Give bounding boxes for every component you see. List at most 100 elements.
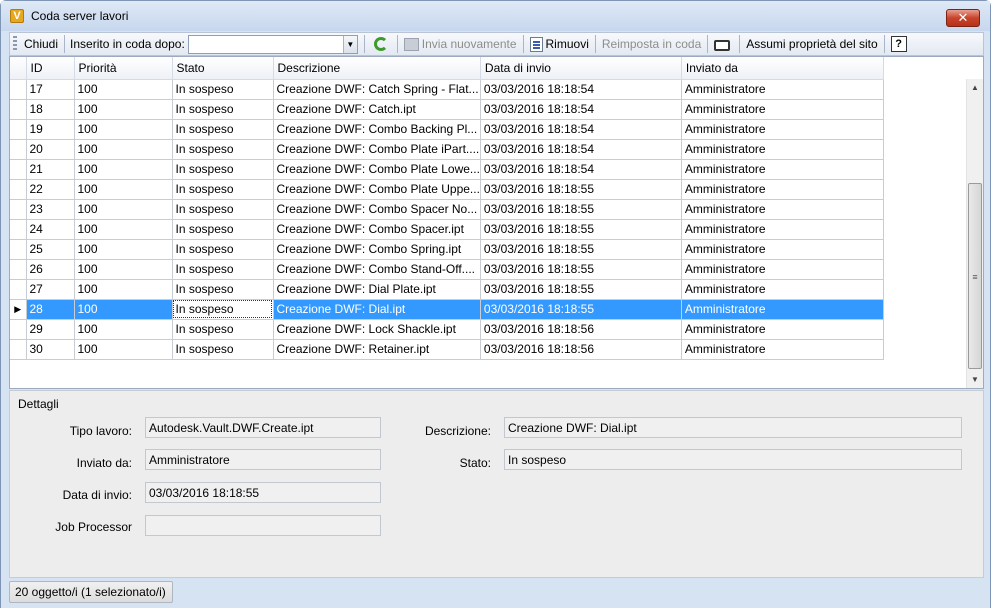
site-ownership-button[interactable]: Assumi proprietà del sito (742, 34, 881, 54)
cell-status[interactable]: In sospeso (172, 179, 274, 200)
cell-priority[interactable]: 100 (74, 299, 173, 320)
table-row[interactable]: 19 100 In sospeso Creazione DWF: Combo Back… (10, 119, 884, 140)
cell-description[interactable]: Creazione DWF: Combo Plate iPart.... (273, 139, 481, 160)
table-row[interactable]: 18 100 In sospeso Creazione DWF: Catch.ipt 0… (10, 99, 884, 120)
table-row[interactable]: 22 100 In sospeso Creazione DWF: Combo Plat… (10, 179, 884, 200)
cell-id[interactable]: 18 (26, 99, 75, 120)
row-header[interactable] (10, 99, 27, 120)
cell-priority[interactable]: 100 (74, 79, 173, 100)
row-header[interactable] (10, 119, 27, 140)
row-header[interactable] (10, 139, 27, 160)
column-header-date[interactable]: Data di invio (480, 57, 682, 80)
cell-sent-by[interactable]: Amministratore (681, 259, 884, 280)
cell-sent-by[interactable]: Amministratore (681, 279, 884, 300)
cell-date[interactable]: 03/03/2016 18:18:55 (480, 179, 682, 200)
title-bar[interactable]: V Coda server lavori ✕ (1, 1, 990, 31)
cell-date[interactable]: 03/03/2016 18:18:55 (480, 219, 682, 240)
cell-priority[interactable]: 100 (74, 199, 173, 220)
cell-date[interactable]: 03/03/2016 18:18:55 (480, 279, 682, 300)
queued-after-dropdown[interactable]: ▼ (187, 34, 358, 54)
requeue-button[interactable]: Reimposta in coda (598, 34, 705, 54)
table-row[interactable]: 27 100 In sospeso Creazione DWF: Dial Plate… (10, 279, 884, 300)
cell-id[interactable]: 17 (26, 79, 75, 100)
row-header[interactable] (10, 199, 27, 220)
cell-id[interactable]: 20 (26, 139, 75, 160)
table-row[interactable]: 29 100 In sospeso Creazione DWF: Lock Shack… (10, 319, 884, 340)
help-button[interactable]: ? (887, 34, 914, 54)
close-window-button[interactable]: ✕ (946, 9, 980, 27)
column-header-id[interactable]: ID (26, 57, 75, 80)
cell-id[interactable]: 21 (26, 159, 75, 180)
column-header-status[interactable]: Stato (172, 57, 274, 80)
remove-button[interactable]: Rimuovi (526, 34, 593, 54)
cell-status[interactable]: In sospeso (172, 199, 274, 220)
column-header-sent-by[interactable]: Inviato da (681, 57, 884, 80)
row-header[interactable] (10, 279, 27, 300)
cell-priority[interactable]: 100 (74, 319, 173, 340)
cell-status[interactable]: In sospeso (172, 159, 274, 180)
cell-date[interactable]: 03/03/2016 18:18:54 (480, 159, 682, 180)
cell-status[interactable]: In sospeso (172, 299, 274, 320)
cell-description[interactable]: Creazione DWF: Catch.ipt (273, 99, 481, 120)
cell-description[interactable]: Creazione DWF: Catch Spring - Flat... (273, 79, 481, 100)
table-row[interactable]: 17 100 In sospeso Creazione DWF: Catch Spri… (10, 79, 884, 100)
row-header[interactable] (10, 239, 27, 260)
row-header[interactable] (10, 219, 27, 240)
refresh-button[interactable] (367, 34, 395, 54)
table-row[interactable]: 25 100 In sospeso Creazione DWF: Combo Spri… (10, 239, 884, 260)
row-header[interactable] (10, 259, 27, 280)
cell-date[interactable]: 03/03/2016 18:18:54 (480, 99, 682, 120)
vertical-scrollbar[interactable]: ▲ ≡ ▼ (966, 79, 983, 388)
cell-priority[interactable]: 100 (74, 159, 173, 180)
cell-description[interactable]: Creazione DWF: Combo Backing Pl... (273, 119, 481, 140)
table-row[interactable]: 26 100 In sospeso Creazione DWF: Combo Stan… (10, 259, 884, 280)
cell-priority[interactable]: 100 (74, 259, 173, 280)
column-header-priority[interactable]: Priorità (74, 57, 173, 80)
cell-description[interactable]: Creazione DWF: Dial.ipt (273, 299, 481, 320)
cell-date[interactable]: 03/03/2016 18:18:55 (480, 259, 682, 280)
cell-date[interactable]: 03/03/2016 18:18:56 (480, 319, 682, 340)
table-row[interactable]: 30 100 In sospeso Creazione DWF: Retainer.i… (10, 339, 884, 360)
cell-id[interactable]: 24 (26, 219, 75, 240)
cell-id[interactable]: 23 (26, 199, 75, 220)
cell-sent-by[interactable]: Amministratore (681, 339, 884, 360)
cell-id[interactable]: 25 (26, 239, 75, 260)
cell-status[interactable]: In sospeso (172, 239, 274, 260)
cell-sent-by[interactable]: Amministratore (681, 219, 884, 240)
cell-status[interactable]: In sospeso (172, 119, 274, 140)
cell-priority[interactable]: 100 (74, 139, 173, 160)
cell-description[interactable]: Creazione DWF: Combo Spacer.ipt (273, 219, 481, 240)
row-header[interactable] (10, 159, 27, 180)
row-header[interactable] (10, 339, 27, 360)
cell-date[interactable]: 03/03/2016 18:18:56 (480, 339, 682, 360)
cell-sent-by[interactable]: Amministratore (681, 99, 884, 120)
row-header[interactable] (10, 179, 27, 200)
cell-status[interactable]: In sospeso (172, 139, 274, 160)
close-button[interactable]: Chiudi (20, 34, 62, 54)
cell-priority[interactable]: 100 (74, 119, 173, 140)
print-button[interactable] (710, 34, 737, 54)
cell-status[interactable]: In sospeso (172, 79, 274, 100)
cell-priority[interactable]: 100 (74, 279, 173, 300)
cell-sent-by[interactable]: Amministratore (681, 79, 884, 100)
scroll-up-icon[interactable]: ▲ (967, 79, 983, 96)
cell-priority[interactable]: 100 (74, 179, 173, 200)
table-row[interactable]: ▶ 28 100 In sospeso Creazione DWF: Dial.ipt 0… (10, 299, 884, 320)
cell-priority[interactable]: 100 (74, 219, 173, 240)
cell-date[interactable]: 03/03/2016 18:18:54 (480, 139, 682, 160)
cell-status[interactable]: In sospeso (172, 259, 274, 280)
cell-description[interactable]: Creazione DWF: Combo Stand-Off.... (273, 259, 481, 280)
cell-description[interactable]: Creazione DWF: Combo Spacer No... (273, 199, 481, 220)
cell-status[interactable]: In sospeso (172, 319, 274, 340)
cell-sent-by[interactable]: Amministratore (681, 159, 884, 180)
cell-id[interactable]: 27 (26, 279, 75, 300)
cell-description[interactable]: Creazione DWF: Combo Plate Lowe... (273, 159, 481, 180)
cell-status[interactable]: In sospeso (172, 219, 274, 240)
cell-id[interactable]: 19 (26, 119, 75, 140)
chevron-down-icon[interactable]: ▼ (342, 35, 357, 53)
cell-sent-by[interactable]: Amministratore (681, 139, 884, 160)
column-header-description[interactable]: Descrizione (273, 57, 481, 80)
toolbar-grip-icon[interactable] (13, 36, 17, 52)
cell-sent-by[interactable]: Amministratore (681, 319, 884, 340)
table-row[interactable]: 20 100 In sospeso Creazione DWF: Combo Plat… (10, 139, 884, 160)
